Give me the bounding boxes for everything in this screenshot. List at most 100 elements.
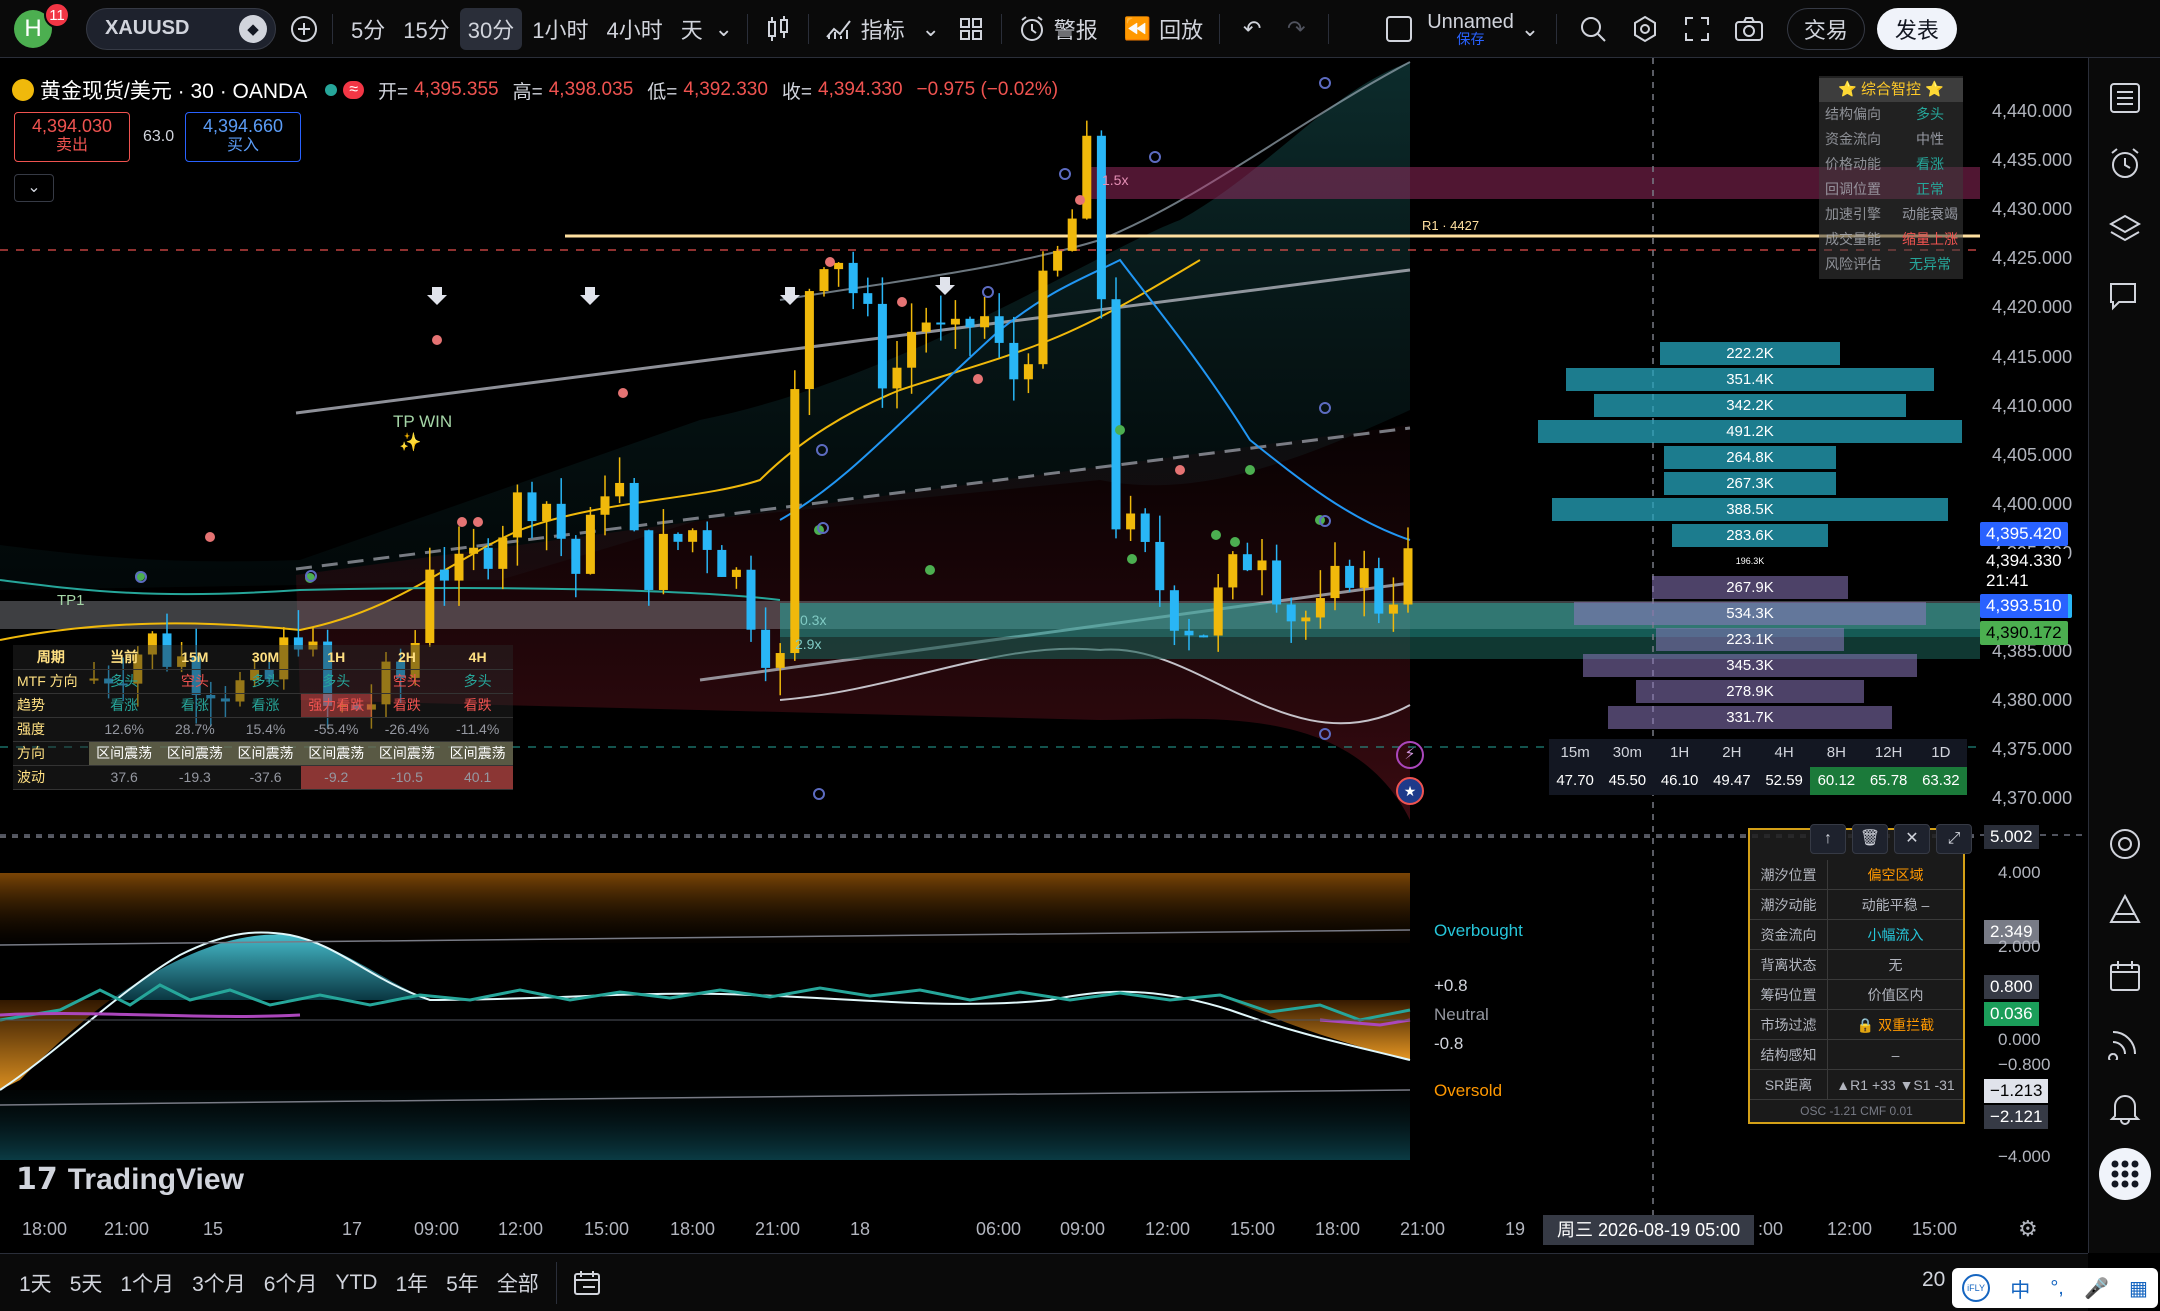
calendar-icon[interactable] xyxy=(2107,958,2143,994)
layout-name-button[interactable]: Unnamed 保存 xyxy=(1427,12,1514,46)
axis-settings-button[interactable]: ⚙ xyxy=(2018,1216,2038,1242)
ime-toolbar[interactable]: iFLY 中 °, 🎤 ▦ xyxy=(1952,1268,2158,1308)
collapse-icon[interactable]: ✕ xyxy=(1894,824,1930,854)
wave-icon[interactable]: ≈ xyxy=(343,81,364,99)
interval-dropdown[interactable]: ⌄ xyxy=(711,8,737,50)
chevron-down-icon: ⌄ xyxy=(714,15,733,41)
volume-profile-bar: 223.1K xyxy=(1656,628,1844,651)
volume-profile-bar: 331.7K xyxy=(1608,706,1892,729)
range-button-8[interactable]: 全部 xyxy=(488,1262,548,1304)
apps-grid-button[interactable] xyxy=(2099,1148,2151,1200)
range-button-6[interactable]: 1年 xyxy=(386,1262,437,1304)
bell-icon[interactable] xyxy=(2107,1090,2143,1126)
lightning-event-icon[interactable]: ⚡ xyxy=(1396,741,1424,769)
candle-body xyxy=(585,514,595,574)
settings-button[interactable] xyxy=(1619,8,1671,50)
chart-type-button[interactable] xyxy=(758,8,798,50)
legend-collapse-button[interactable]: ⌄ xyxy=(14,174,54,202)
publish-button[interactable]: 发表 xyxy=(1876,7,1957,50)
candle-body xyxy=(1126,513,1136,530)
fullscreen-button[interactable] xyxy=(1671,8,1723,50)
symbol-search[interactable]: XAUUSD ◆ xyxy=(86,7,276,50)
smart-control-panel: ⭐ 综合智控 ⭐ 结构偏向 多头 资金流向 中性 价格动能 看涨 回调位置 正常 加速引擎 动能衰… xyxy=(1819,76,1963,279)
timeframe-5[interactable]: 天 xyxy=(673,8,711,50)
goto-date-button[interactable] xyxy=(555,1261,612,1304)
down-arrow-marker xyxy=(780,287,800,305)
price-tick-label: 4,425.000 xyxy=(1992,248,2073,269)
range-button-2[interactable]: 1个月 xyxy=(111,1262,183,1304)
compare-add-button[interactable] xyxy=(286,8,322,50)
candle-body xyxy=(731,569,741,577)
symbol-title[interactable]: 黄金现货/美元 · 30 · OANDA xyxy=(40,75,307,105)
layout-status: 保存 xyxy=(1456,30,1485,47)
watchlist-icon[interactable] xyxy=(2107,80,2143,116)
range-button-4[interactable]: 6个月 xyxy=(255,1262,327,1304)
alert-button[interactable]: 警报 xyxy=(1012,8,1104,50)
timeframe-4[interactable]: 4小时 xyxy=(598,8,670,50)
chat-icon[interactable] xyxy=(2107,278,2143,314)
smart-panel-title: ⭐ 综合智控 ⭐ xyxy=(1819,78,1963,102)
candle-body xyxy=(512,492,522,538)
diamond-icon[interactable]: ◆ xyxy=(239,14,267,43)
candle-body xyxy=(556,503,566,539)
replay-button[interactable]: ⏪ 回放 xyxy=(1118,8,1209,50)
sell-button[interactable]: 4,394.030 卖出 xyxy=(14,112,130,162)
indicators-dropdown[interactable]: ⌄ xyxy=(911,8,951,50)
layout-templates-button[interactable] xyxy=(951,8,991,50)
red-dot-marker xyxy=(897,297,907,307)
blue-ring-marker xyxy=(1149,151,1161,163)
mtf-cell: 强力看跌 xyxy=(300,693,372,718)
osc-tick-label: −2.121 xyxy=(1984,1105,2049,1129)
layout-dropdown[interactable]: ⌄ xyxy=(1514,8,1546,50)
candle-body xyxy=(994,316,1004,343)
zone-label-2: 0.3x xyxy=(800,612,827,628)
down-arrow-marker xyxy=(580,287,600,305)
undo-button[interactable]: ↶ xyxy=(1230,8,1274,50)
ideas-icon[interactable] xyxy=(2107,892,2143,928)
timeframe-2[interactable]: 30分 xyxy=(459,7,523,50)
buy-button[interactable]: 4,394.660 买入 xyxy=(185,112,301,162)
volume-profile-bar: 267.9K xyxy=(1652,576,1848,599)
quick-search-button[interactable] xyxy=(1567,8,1619,50)
trash-icon[interactable]: 🗑 xyxy=(1852,824,1888,854)
volume-profile-bar: 196.3K xyxy=(1735,556,1765,566)
maximize-icon[interactable]: ⤢ xyxy=(1936,824,1972,854)
redo-button[interactable]: ↷ xyxy=(1274,8,1318,50)
timeframe-1[interactable]: 15分 xyxy=(395,8,457,50)
candle-body xyxy=(1067,218,1077,251)
osc-tick-label: 5.002 xyxy=(1984,825,2039,849)
indicators-button[interactable]: 指标 xyxy=(819,8,911,50)
time-tick-label: :00 xyxy=(1758,1219,1784,1239)
candle-body xyxy=(425,569,435,644)
alarm-clock-icon[interactable] xyxy=(2107,146,2143,182)
layout-toggle[interactable] xyxy=(1379,8,1419,50)
range-button-1[interactable]: 5天 xyxy=(61,1262,112,1304)
range-button-0[interactable]: 1天 xyxy=(10,1262,61,1304)
timeframe-3[interactable]: 1小时 xyxy=(524,8,596,50)
indicators-label: 指标 xyxy=(860,17,905,43)
candle-body xyxy=(1359,568,1369,588)
trade-button[interactable]: 交易 xyxy=(1786,7,1865,50)
move-up-icon[interactable]: ↑ xyxy=(1810,824,1846,854)
range-button-3[interactable]: 3个月 xyxy=(183,1262,255,1304)
candle-body xyxy=(1345,565,1355,588)
candle-body xyxy=(921,322,931,332)
range-button-5[interactable]: YTD xyxy=(326,1262,386,1304)
red-dot-marker xyxy=(473,517,483,527)
range-button-7[interactable]: 5年 xyxy=(437,1262,488,1304)
price-tick-label: 4,435.000 xyxy=(1992,150,2073,171)
blue-ring-marker xyxy=(813,788,825,800)
tide-panel-row: 资金流向 小幅流入 xyxy=(1750,920,1963,950)
smart-panel-row: 价格动能 看涨 xyxy=(1819,152,1963,177)
timeframe-0[interactable]: 5分 xyxy=(343,8,393,50)
candle-body xyxy=(717,549,727,577)
candle-body xyxy=(1155,541,1165,591)
tradingview-logo[interactable]: 17 TradingView xyxy=(16,1162,244,1197)
bottom-right-text: 20 xyxy=(1922,1268,1946,1291)
broadcast-icon[interactable] xyxy=(2107,1024,2143,1060)
target-icon[interactable] xyxy=(2107,826,2143,862)
us-flag-event-icon[interactable]: ★ xyxy=(1396,777,1424,805)
layers-icon[interactable] xyxy=(2107,212,2143,248)
snapshot-button[interactable] xyxy=(1723,8,1775,50)
sell-price: 4,394.030 xyxy=(31,116,113,136)
